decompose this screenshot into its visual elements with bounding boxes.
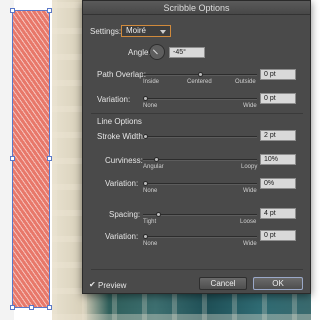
preview-checkbox[interactable]: ✔ bbox=[89, 281, 96, 289]
spacing-variation-field[interactable]: 0 pt bbox=[260, 230, 296, 241]
curviness-max-label: Loopy bbox=[241, 164, 258, 170]
path-overlap-field[interactable]: 0 pt bbox=[260, 69, 296, 80]
curviness-variation-field[interactable]: 0% bbox=[260, 178, 296, 189]
path-variation-slider-thumb[interactable] bbox=[143, 96, 148, 101]
curviness-min-label: Angular bbox=[143, 164, 164, 170]
path-variation-min-label: None bbox=[143, 103, 158, 109]
chevron-down-icon bbox=[160, 30, 166, 34]
stroke-width-field[interactable]: 2 pt bbox=[260, 130, 296, 141]
line-options-heading: Line Options bbox=[97, 117, 142, 126]
curviness-variation-slider-thumb[interactable] bbox=[143, 181, 148, 186]
dialog-title[interactable]: Scribble Options bbox=[83, 1, 310, 15]
angle-dial[interactable] bbox=[149, 44, 165, 60]
selection-handle-bottom-center[interactable] bbox=[29, 305, 34, 310]
stroke-width-label: Stroke Width: bbox=[97, 132, 146, 141]
spacing-max-label: Loose bbox=[240, 219, 257, 225]
path-overlap-max-label: Outside bbox=[235, 79, 256, 85]
line-options-divider bbox=[91, 113, 303, 114]
path-variation-slider[interactable] bbox=[143, 96, 257, 101]
spacing-variation-label: Variation: bbox=[105, 232, 139, 241]
curviness-slider[interactable] bbox=[143, 157, 257, 162]
settings-dropdown[interactable]: Moiré bbox=[121, 25, 171, 37]
preview-label: Preview bbox=[98, 281, 127, 290]
selection-handle-mid-left[interactable] bbox=[10, 156, 15, 161]
stroke-width-slider[interactable] bbox=[143, 134, 257, 139]
scribble-options-dialog: Scribble Options Settings: Moiré Angle: … bbox=[82, 0, 311, 294]
spacing-min-label: Tight bbox=[143, 219, 157, 225]
spacing-variation-slider-thumb[interactable] bbox=[143, 234, 148, 239]
curviness-label: Curviness: bbox=[105, 156, 143, 165]
selection-handle-top-left[interactable] bbox=[10, 8, 15, 13]
spacing-field[interactable]: 4 pt bbox=[260, 208, 296, 219]
curviness-variation-max-label: Wide bbox=[243, 188, 257, 194]
selection-handle-top-right[interactable] bbox=[47, 8, 52, 13]
angle-dial-needle bbox=[152, 49, 158, 55]
path-overlap-slider[interactable] bbox=[143, 72, 257, 77]
selected-scribble-shape[interactable] bbox=[12, 10, 50, 308]
path-overlap-mid-label: Centered bbox=[187, 79, 212, 85]
stroke-width-slider-thumb[interactable] bbox=[143, 134, 148, 139]
curviness-slider-thumb[interactable] bbox=[154, 157, 159, 162]
settings-dropdown-value: Moiré bbox=[126, 26, 147, 35]
angle-field[interactable]: -45° bbox=[169, 47, 205, 58]
path-variation-field[interactable]: 0 pt bbox=[260, 93, 296, 104]
spacing-variation-min-label: None bbox=[143, 241, 158, 247]
selection-handle-bottom-right[interactable] bbox=[47, 305, 52, 310]
path-variation-label: Variation: bbox=[97, 95, 131, 104]
curviness-variation-label: Variation: bbox=[105, 179, 139, 188]
selection-handle-mid-right[interactable] bbox=[47, 156, 52, 161]
footer-divider bbox=[91, 269, 303, 270]
path-overlap-slider-thumb[interactable] bbox=[198, 72, 203, 77]
path-overlap-min-label: Inside bbox=[143, 79, 160, 85]
spacing-variation-slider[interactable] bbox=[143, 234, 257, 239]
selection-handle-bottom-left[interactable] bbox=[10, 305, 15, 310]
angle-label: Angle: bbox=[128, 48, 151, 57]
spacing-variation-max-label: Wide bbox=[243, 241, 257, 247]
cancel-button[interactable]: Cancel bbox=[199, 277, 247, 290]
curviness-variation-min-label: None bbox=[143, 188, 158, 194]
ok-button[interactable]: OK bbox=[253, 277, 303, 290]
spacing-slider-thumb[interactable] bbox=[156, 212, 161, 217]
path-overlap-label: Path Overlap: bbox=[97, 70, 146, 79]
spacing-label: Spacing: bbox=[109, 210, 141, 219]
spacing-slider[interactable] bbox=[143, 212, 257, 217]
curviness-field[interactable]: 10% bbox=[260, 154, 296, 165]
curviness-variation-slider[interactable] bbox=[143, 181, 257, 186]
path-variation-max-label: Wide bbox=[243, 103, 257, 109]
settings-label: Settings: bbox=[90, 27, 122, 36]
